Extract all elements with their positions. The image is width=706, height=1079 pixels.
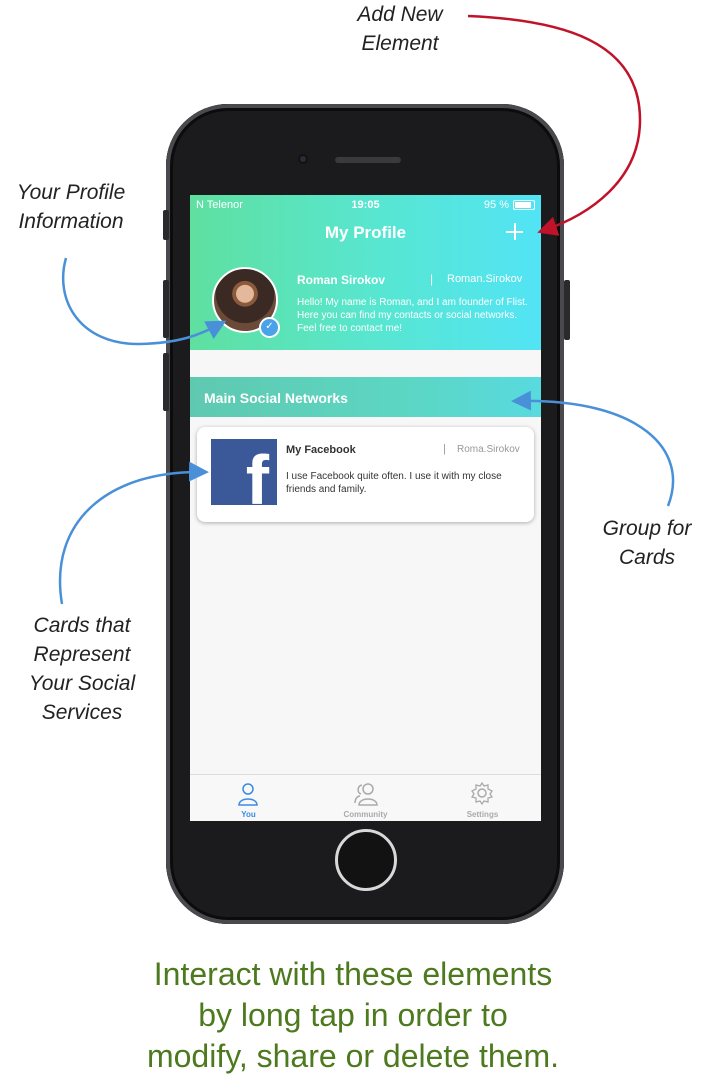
home-button[interactable] [335, 829, 397, 891]
profile-handle: Roman.Sirokov [447, 273, 523, 285]
profile-bio[interactable]: Hello! My name is Roman, and I am founde… [297, 296, 533, 335]
group-header-main-social-networks[interactable]: Main Social Networks [190, 377, 541, 417]
card-separator: | [443, 443, 446, 455]
profile-name: Roman Sirokov [297, 273, 386, 287]
annotation-group-for-cards: Group for Cards [602, 517, 692, 569]
tab-you[interactable]: You [190, 775, 307, 821]
tab-label-community: Community [343, 810, 388, 819]
card-handle: Roma.Sirokov [457, 444, 520, 455]
gear-icon [470, 781, 494, 806]
profile-header: N Telenor 19:05 95 % My Profile ✓ Roman … [190, 195, 541, 350]
social-card-facebook[interactable]: f My Facebook | Roma.Sirokov I use Faceb… [197, 427, 534, 522]
facebook-logo-icon: f [211, 439, 277, 505]
plus-icon[interactable] [503, 220, 527, 244]
tab-community[interactable]: Community [307, 775, 424, 821]
battery-percent: 95 % [483, 199, 509, 211]
person-icon [238, 783, 258, 806]
people-icon [354, 783, 378, 806]
tab-settings[interactable]: Settings [424, 775, 541, 821]
page-title: My Profile [324, 223, 407, 242]
status-bar: N Telenor 19:05 95 % [190, 199, 541, 213]
battery-indicator: 95 % [484, 199, 535, 211]
battery-icon [513, 200, 535, 210]
tab-bar: You Community Settings [190, 774, 541, 821]
checkmark-icon: ✓ [259, 317, 280, 338]
front-camera [298, 154, 308, 164]
card-description: I use Facebook quite often. I use it wit… [286, 471, 502, 495]
earpiece-speaker [335, 157, 401, 163]
profile-separator: | [430, 272, 434, 286]
group-title: Main Social Networks [204, 390, 348, 406]
card-title: My Facebook [286, 444, 356, 456]
tab-label-settings: Settings [466, 810, 499, 819]
power-button [564, 280, 570, 340]
app-screen: N Telenor 19:05 95 % My Profile ✓ Roman … [190, 195, 541, 821]
tab-label-you: You [241, 810, 256, 819]
annotation-profile-information: Your Profile Information [16, 181, 126, 233]
annotation-add-new-element: Add New Element [357, 3, 443, 55]
instruction-message: Interact with these elements by long tap… [146, 956, 560, 1074]
volume-up-button [163, 280, 169, 338]
annotation-cards: Cards that Represent Your Social Service… [28, 614, 136, 724]
volume-down-button [163, 353, 169, 411]
mute-switch [163, 210, 169, 240]
